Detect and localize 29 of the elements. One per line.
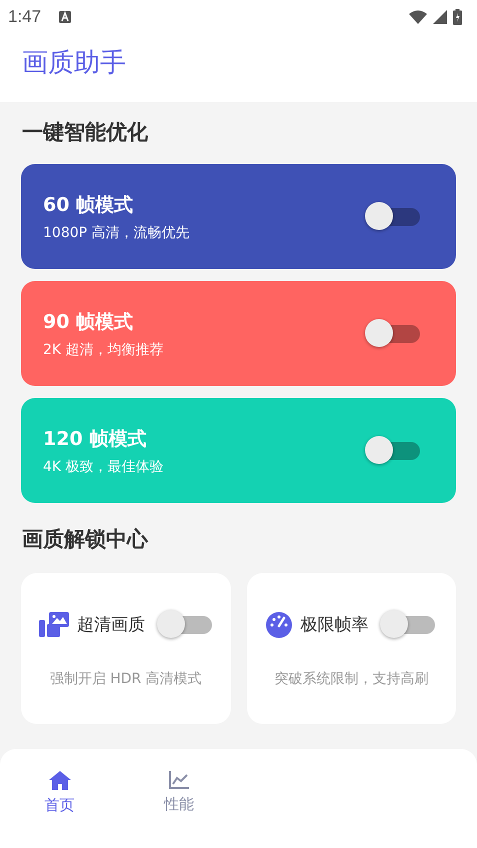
feature-label: 超清画质 xyxy=(76,614,145,636)
section-title: 画质解锁中心 xyxy=(22,526,150,553)
home-icon xyxy=(48,770,71,790)
feature-label: 极限帧率 xyxy=(300,614,368,636)
gauge-icon xyxy=(266,612,292,638)
nav-tab[interactable]: 首页 xyxy=(0,770,120,815)
toggle-switch[interactable] xyxy=(380,610,436,640)
mode-subtitle: 4K 极致，最佳体验 xyxy=(43,458,165,476)
line-chart-icon xyxy=(168,771,189,789)
nav-tab[interactable]: 性能 xyxy=(119,771,238,814)
mode-subtitle: 2K 超清，均衡推荐 xyxy=(43,340,165,358)
mode-title: 90 帧模式 xyxy=(43,310,134,334)
signal-icon xyxy=(433,10,447,24)
mode-title: 60 帧模式 xyxy=(43,192,134,218)
section-title: 一键智能优化 xyxy=(22,119,149,146)
mode-card[interactable]: 90 帧模式 2K 超清，均衡推荐 xyxy=(21,281,456,386)
toggle-switch[interactable] xyxy=(156,610,213,640)
notification-icon xyxy=(59,11,72,23)
status-time: 1:47 xyxy=(8,7,42,27)
images-icon xyxy=(38,612,69,638)
mode-card[interactable]: 60 帧模式 1080P 高清，流畅优先 xyxy=(21,164,456,269)
battery-icon xyxy=(453,9,462,25)
mode-title: 120 帧模式 xyxy=(43,426,148,452)
feature-description: 突破系统限制，支持高刷 xyxy=(274,670,428,688)
mode-card[interactable]: 120 帧模式 4K 极致，最佳体验 xyxy=(21,398,456,503)
wifi-icon xyxy=(409,10,427,24)
app-title: 画质助手 xyxy=(22,46,126,80)
mode-subtitle: 1080P 高清，流畅优先 xyxy=(43,224,191,242)
feature-description: 强制开启 HDR 高清模式 xyxy=(50,670,202,688)
